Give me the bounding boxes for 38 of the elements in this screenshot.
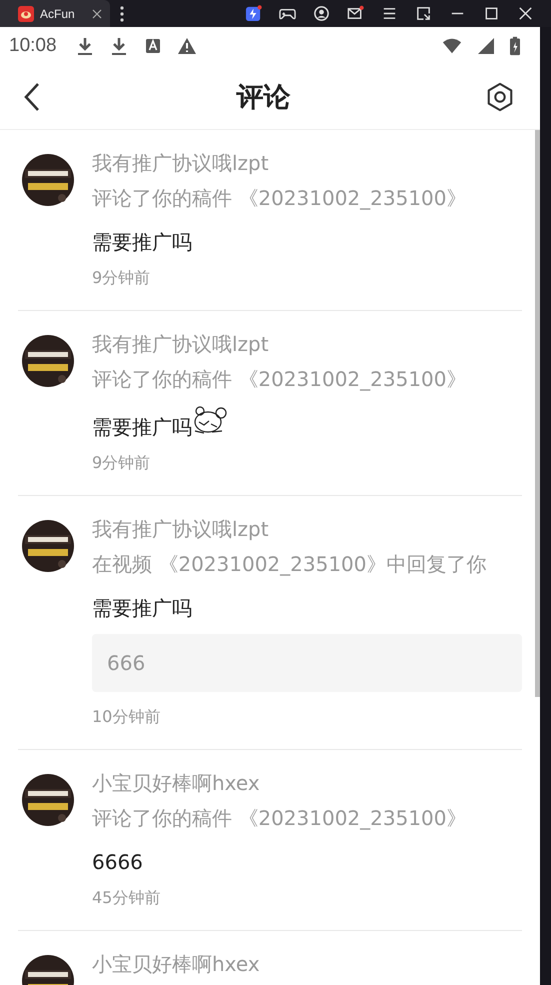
battery-icon bbox=[510, 36, 520, 56]
action-text: 评论了你的稿件 《20231002_235100》 bbox=[92, 185, 468, 212]
comment-text: 需要推广吗 bbox=[92, 414, 192, 441]
user-name[interactable]: 小宝贝好棒啊hxex bbox=[92, 766, 522, 800]
page-title: 评论 bbox=[236, 80, 290, 114]
user-name[interactable]: 小宝贝好棒啊hxex bbox=[92, 947, 522, 981]
user-name[interactable]: 我有推广协议哦lzpt bbox=[92, 512, 522, 546]
quoted-reply: 666 bbox=[92, 634, 522, 692]
comment-text: 需要推广吗 bbox=[92, 595, 192, 622]
clock: 10:08 bbox=[9, 34, 57, 56]
user-name[interactable]: 我有推广协议哦lzpt bbox=[92, 146, 522, 180]
more-icon[interactable] bbox=[120, 6, 124, 22]
comment-text: 6666 bbox=[92, 849, 143, 876]
close-icon[interactable] bbox=[517, 5, 534, 22]
action-text: 在视频 《20231002_235100》中回复了你 bbox=[92, 551, 488, 578]
tab-title: AcFun bbox=[40, 6, 76, 20]
timestamp: 10分钟前 bbox=[92, 706, 162, 728]
warning-icon bbox=[176, 36, 197, 56]
close-icon[interactable] bbox=[92, 8, 102, 18]
action-text: 评论了你的稿件 《20231002_235100》 bbox=[92, 366, 468, 393]
user-name[interactable]: 我有推广协议哦lzpt bbox=[92, 327, 522, 361]
menu-icon[interactable] bbox=[381, 5, 398, 22]
timestamp: 9分钟前 bbox=[92, 267, 152, 289]
timestamp: 45分钟前 bbox=[92, 887, 162, 909]
settings-icon[interactable] bbox=[485, 82, 515, 112]
bolt-icon[interactable] bbox=[245, 5, 262, 22]
mail-icon[interactable] bbox=[347, 5, 364, 22]
app-tab[interactable]: AcFun bbox=[0, 0, 110, 27]
comment-text: 需要推广吗 bbox=[92, 229, 192, 256]
app-icon bbox=[18, 6, 34, 22]
scrollbar[interactable] bbox=[535, 130, 540, 697]
back-icon[interactable] bbox=[22, 80, 42, 112]
account-icon[interactable] bbox=[313, 5, 330, 22]
resize-icon[interactable] bbox=[415, 5, 432, 22]
timestamp: 9分钟前 bbox=[92, 452, 152, 474]
signal-icon bbox=[476, 36, 496, 56]
action-text: 评论了你的稿件 《20231002_235100》 bbox=[92, 805, 468, 832]
maximize-icon[interactable] bbox=[483, 5, 500, 22]
